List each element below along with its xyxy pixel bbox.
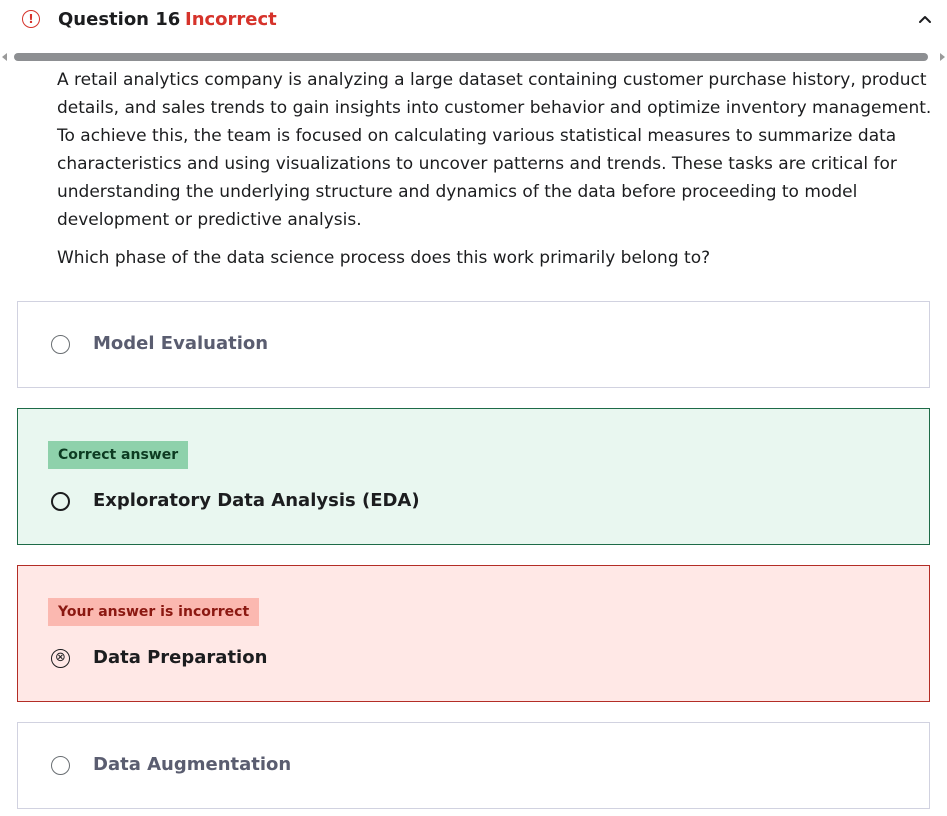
answer-option-incorrect[interactable]: Your answer is incorrect ⊗ Data Preparat… — [17, 565, 930, 702]
correct-answer-badge: Correct answer — [48, 441, 189, 469]
question-number: Question 16 — [58, 9, 181, 30]
incorrect-answer-badge: Your answer is incorrect — [48, 598, 260, 626]
radio-button[interactable] — [51, 335, 70, 354]
answer-option-correct[interactable]: Correct answer Exploratory Data Analysis… — [17, 408, 930, 545]
scrollbar-thumb[interactable] — [14, 53, 928, 61]
answer-option[interactable]: Model Evaluation — [17, 301, 930, 388]
alert-circle-icon: ! — [22, 10, 40, 28]
scroll-left-arrow-icon[interactable] — [2, 53, 7, 61]
radio-button[interactable] — [51, 756, 70, 775]
x-circle-icon: ⊗ — [51, 649, 70, 668]
option-label: Data Preparation — [93, 647, 268, 668]
result-status: Incorrect — [185, 9, 277, 30]
chevron-up-icon[interactable] — [914, 8, 936, 30]
question-header: ! Question 16 Incorrect — [0, 0, 947, 42]
question-prompt: Which phase of the data science process … — [57, 248, 711, 268]
question-text: A retail analytics company is analyzing … — [57, 70, 932, 230]
option-label: Exploratory Data Analysis (EDA) — [93, 490, 420, 511]
option-label: Model Evaluation — [93, 333, 269, 354]
scroll-right-arrow-icon[interactable] — [940, 53, 945, 61]
radio-button[interactable] — [51, 492, 70, 511]
option-label: Data Augmentation — [93, 754, 292, 775]
answer-option[interactable]: Data Augmentation — [17, 722, 930, 809]
horizontal-scrollbar[interactable] — [0, 52, 947, 64]
